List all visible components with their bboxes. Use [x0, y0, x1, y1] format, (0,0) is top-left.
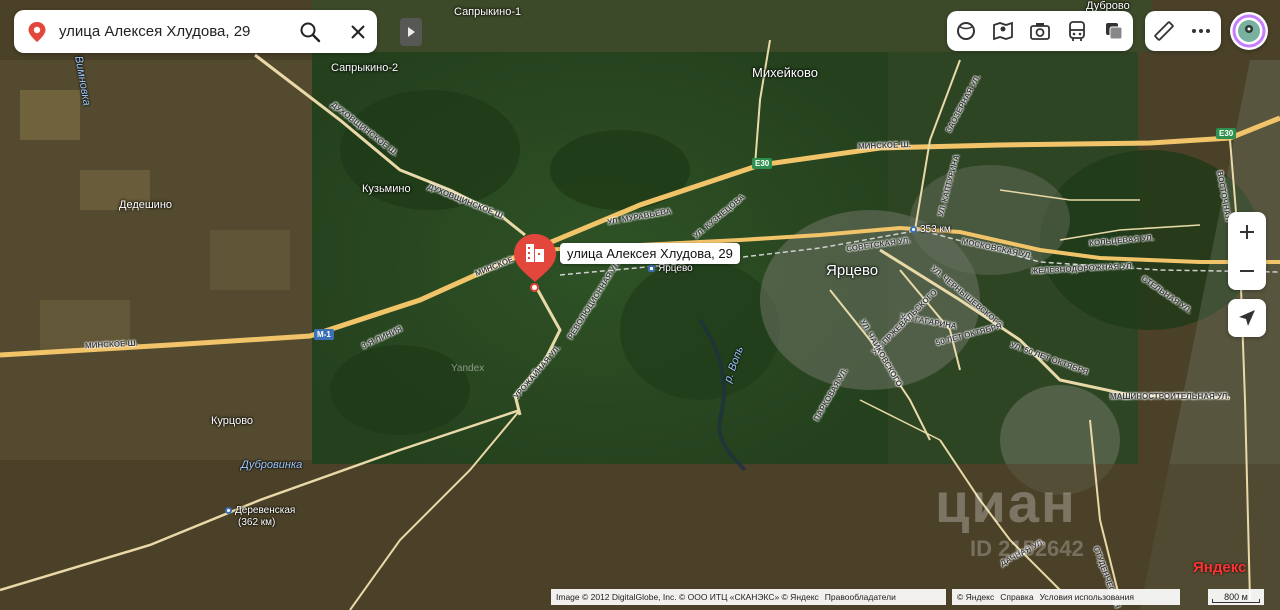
search-box[interactable]: улица Алексея Хлудова, 29 — [14, 10, 377, 53]
ruler-button[interactable] — [1145, 11, 1182, 51]
station-label-derevenskaya: Деревенская — [235, 505, 296, 516]
imagery-credit: Image © 2012 DigitalGlobe, Inc. © ООО ИТ… — [556, 592, 819, 602]
search-query[interactable]: улица Алексея Хлудова, 29 — [59, 23, 250, 40]
map-style-icon — [956, 22, 975, 40]
road-shield-e30-top: E30 — [1216, 128, 1237, 139]
satellite-map[interactable] — [0, 0, 1280, 610]
terms-link[interactable]: Условия использования — [1040, 592, 1134, 602]
place-label-dedeshino: Дедешино — [119, 199, 173, 211]
station-label-353km: 353 км — [920, 224, 951, 235]
map-pin-icon — [28, 22, 46, 42]
place-label-yartsevo: Ярцево — [826, 262, 879, 279]
map-style-button[interactable] — [947, 11, 984, 51]
place-label-mikheykovo: Михейково — [752, 65, 818, 80]
locate-me-button[interactable] — [1228, 299, 1266, 337]
station-label-yartsevo: Ярцево — [658, 263, 693, 274]
yandex-imagery-tag: Yandex — [451, 363, 485, 374]
rightholders-link[interactable]: Правообладатели — [825, 592, 896, 602]
layers-button[interactable] — [1095, 11, 1132, 51]
search-icon[interactable] — [299, 21, 321, 43]
collapse-panel-button[interactable] — [400, 18, 422, 46]
train-station-icon — [648, 264, 655, 272]
location-marker-icon[interactable] — [512, 232, 558, 284]
camera-icon — [1029, 23, 1050, 40]
more-icon — [1191, 29, 1210, 33]
cian-watermark-id: ID 2152642 — [970, 536, 1084, 561]
station-derevenskaya-km: (362 км) — [238, 517, 276, 528]
panorama-button[interactable] — [984, 11, 1021, 51]
map-layers-toolbar — [947, 11, 1133, 51]
zoom-control — [1228, 212, 1266, 290]
marker-callout[interactable]: улица Алексея Хлудова, 29 — [560, 243, 740, 264]
imagery-attribution: Image © 2012 DigitalGlobe, Inc. © ООО ИТ… — [551, 589, 946, 605]
ruler-icon — [1153, 21, 1174, 41]
road-shield-e30-mid: E30 — [752, 158, 773, 169]
camera-button[interactable] — [1021, 11, 1058, 51]
station-353km[interactable]: 353 км — [910, 224, 951, 235]
transport-icon — [1068, 21, 1085, 41]
river-label-dubrovinka: Дубровинка — [241, 459, 303, 471]
station-derevenskaya[interactable]: Деревенская — [225, 505, 295, 516]
user-avatar[interactable] — [1230, 12, 1268, 50]
marker-point — [530, 283, 539, 292]
place-label-saprykino-2: Сапрыкино-2 — [331, 62, 399, 74]
minus-icon — [1240, 269, 1254, 272]
road-shield-m1: M-1 — [314, 329, 334, 340]
zoom-out-button[interactable] — [1228, 251, 1266, 290]
zoom-in-button[interactable] — [1228, 212, 1266, 251]
place-label-kuzmino: Кузьмино — [362, 183, 411, 195]
place-label-saprykino-1: Сапрыкино-1 — [454, 6, 522, 18]
street-label-mashinostroitelnaya: МАШИНОСТРОИТЕЛЬНАЯ УЛ. — [1110, 392, 1230, 401]
help-link[interactable]: Справка — [1000, 592, 1033, 602]
yandex-copyright[interactable]: © Яндекс — [957, 592, 994, 602]
map-tools-toolbar — [1145, 11, 1221, 51]
station-yartsevo[interactable]: Ярцево — [648, 263, 693, 274]
close-icon[interactable] — [347, 21, 369, 43]
panorama-icon — [992, 21, 1013, 41]
scale-bar-line — [1212, 599, 1260, 603]
rail-stop-icon — [225, 506, 232, 514]
avatar-icon — [1232, 14, 1266, 48]
place-label-kurtsovo: Курцово — [211, 415, 254, 427]
layers-icon — [1105, 23, 1122, 40]
cian-watermark: циан — [935, 471, 1077, 534]
transport-button[interactable] — [1058, 11, 1095, 51]
rail-stop-icon — [910, 225, 917, 233]
chevron-right-icon — [408, 27, 415, 37]
plus-icon — [1240, 224, 1254, 239]
locate-arrow-icon — [1239, 310, 1255, 326]
yandex-attribution: © Яндекс Справка Условия использования — [952, 589, 1180, 605]
scale-bar: 800 м — [1208, 589, 1264, 605]
yandex-logo[interactable]: Яндекс — [1193, 559, 1246, 576]
street-label-minskoe-right: МИНСКОЕ Ш. — [857, 140, 912, 151]
yandex-logo-text: Яндекс — [1193, 559, 1247, 576]
more-button[interactable] — [1182, 11, 1219, 51]
